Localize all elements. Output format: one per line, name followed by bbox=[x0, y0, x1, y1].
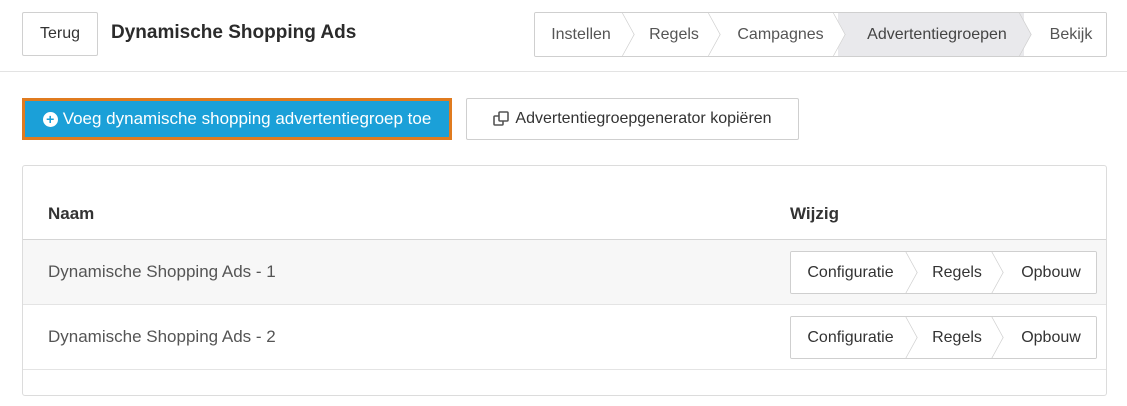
step-bekijk[interactable]: Bekijk bbox=[1024, 13, 1106, 56]
add-ad-group-button[interactable]: + Voeg dynamische shopping advertentiegr… bbox=[22, 98, 452, 140]
ad-group-name: Dynamische Shopping Ads - 2 bbox=[48, 327, 276, 346]
regels-button[interactable]: Regels bbox=[910, 317, 996, 358]
row-actions: Configuratie Regels Opbouw bbox=[790, 251, 1097, 294]
page-title: Dynamische Shopping Ads bbox=[111, 22, 357, 43]
opbouw-button[interactable]: Opbouw bbox=[996, 317, 1096, 358]
column-header-name: Naam bbox=[48, 204, 95, 223]
regels-button[interactable]: Regels bbox=[910, 252, 996, 293]
table-row: Dynamische Shopping Ads - 2 Configuratie… bbox=[23, 305, 1106, 370]
configuratie-button[interactable]: Configuratie bbox=[791, 252, 910, 293]
copy-generator-label: Advertentiegroepgenerator kopiëren bbox=[515, 110, 772, 127]
step-regels[interactable]: Regels bbox=[627, 13, 713, 56]
add-ad-group-label: Voeg dynamische shopping advertentiegroe… bbox=[62, 109, 432, 128]
wizard-steps: Instellen Regels Campagnes Advertentiegr… bbox=[534, 12, 1107, 57]
copy-generator-button[interactable]: Advertentiegroepgenerator kopiëren bbox=[466, 98, 799, 140]
step-instellen[interactable]: Instellen bbox=[535, 13, 627, 56]
step-campagnes[interactable]: Campagnes bbox=[713, 13, 838, 56]
table-row: Dynamische Shopping Ads - 1 Configuratie… bbox=[23, 240, 1106, 305]
opbouw-button[interactable]: Opbouw bbox=[996, 252, 1096, 293]
column-header-edit: Wijzig bbox=[790, 204, 839, 223]
plus-circle-icon: + bbox=[42, 111, 58, 127]
ad-group-name: Dynamische Shopping Ads - 1 bbox=[48, 262, 276, 281]
row-actions: Configuratie Regels Opbouw bbox=[790, 316, 1097, 359]
back-button[interactable]: Terug bbox=[22, 12, 98, 56]
copy-icon bbox=[493, 111, 510, 126]
step-advertentiegroepen[interactable]: Advertentiegroepen bbox=[838, 13, 1024, 56]
configuratie-button[interactable]: Configuratie bbox=[791, 317, 910, 358]
page-header: Terug Dynamische Shopping Ads Instellen … bbox=[0, 0, 1127, 72]
ad-groups-table: Naam Wijzig Dynamische Shopping Ads - 1 … bbox=[22, 165, 1107, 396]
